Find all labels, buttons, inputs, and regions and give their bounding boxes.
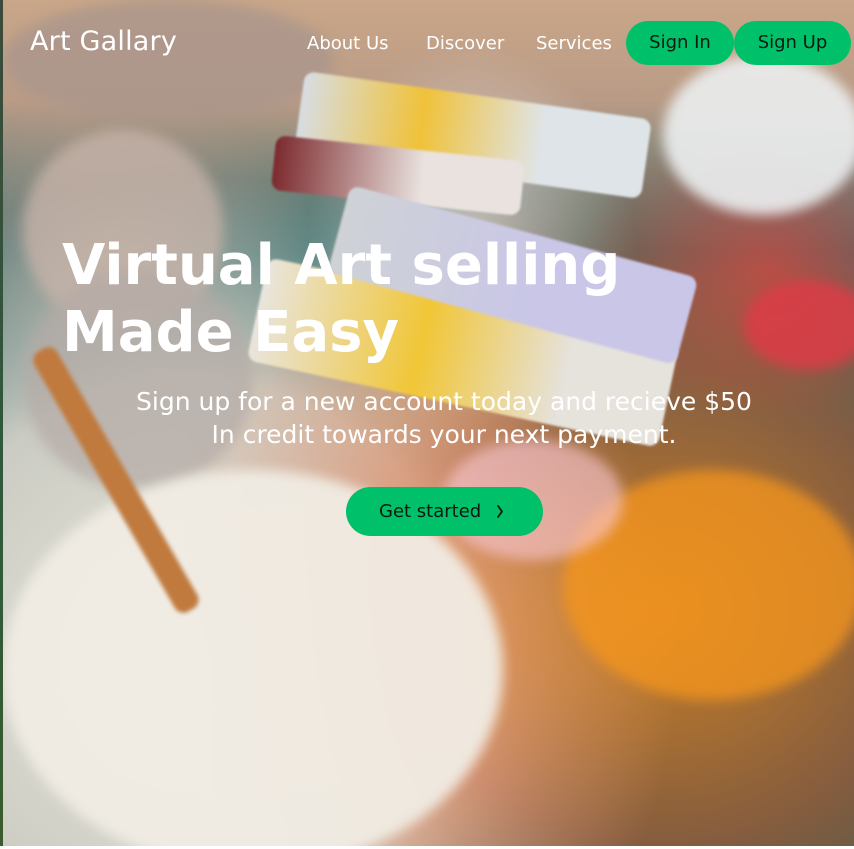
brand-logo[interactable]: Art Gallary (30, 26, 177, 57)
get-started-label: Get started (379, 501, 482, 522)
nav-about-us[interactable]: About Us (307, 33, 389, 54)
nav-discover[interactable]: Discover (426, 33, 504, 54)
chevron-right-icon (495, 487, 505, 555)
nav-services[interactable]: Services (536, 33, 612, 54)
hero-headline: Virtual Art selling Made Easy (62, 233, 621, 365)
hero-subline-1: Sign up for a new account today and reci… (136, 387, 752, 416)
paint-tin-blob (663, 55, 854, 215)
sign-up-button[interactable]: Sign Up (734, 21, 851, 65)
paint-jar-blob (3, 0, 333, 120)
get-started-button[interactable]: Get started (346, 487, 543, 536)
sign-in-button[interactable]: Sign In (626, 21, 734, 65)
hero-subline-2: In credit towards your next payment. (211, 420, 677, 449)
